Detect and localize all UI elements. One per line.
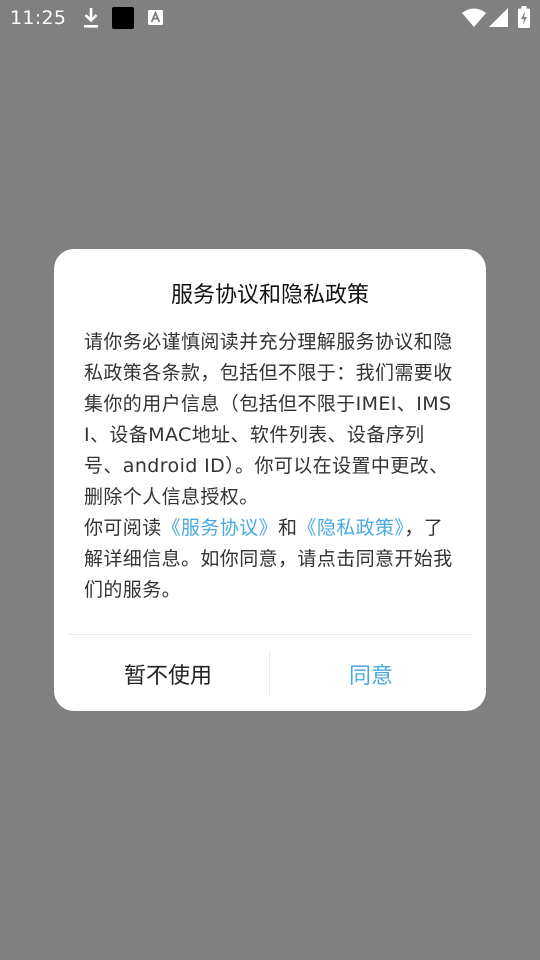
a-icon — [148, 10, 163, 25]
dialog-body: 请你务必谨慎阅读并充分理解服务协议和隐私政策各条款，包括但不限于：我们需要收集你… — [84, 327, 460, 606]
status-bar: 11:25 — [0, 0, 540, 36]
dialog-paragraph-2: 你可阅读《服务协议》和《隐私政策》，了解详细信息。如你同意，请点击同意开始我们的… — [84, 513, 460, 606]
dialog-paragraph-1: 请你务必谨慎阅读并充分理解服务协议和隐私政策各条款，包括但不限于：我们需要收集你… — [84, 331, 453, 508]
wifi-icon — [462, 8, 486, 27]
agree-button[interactable]: 同意 — [271, 651, 471, 697]
status-time: 11:25 — [10, 7, 67, 29]
download-icon — [84, 8, 98, 28]
dialog-divider-vertical — [269, 652, 270, 696]
paragraph-2-prefix: 你可阅读 — [84, 517, 162, 539]
privacy-policy-link[interactable]: 《隐私政策》 — [297, 517, 404, 539]
paragraph-2-and: 和 — [278, 517, 298, 539]
privacy-policy-dialog: 服务协议和隐私政策 请你务必谨慎阅读并充分理解服务协议和隐私政策各条款，包括但不… — [54, 249, 486, 711]
dialog-divider-horizontal — [68, 634, 472, 635]
battery-charging-icon — [518, 6, 530, 28]
black-square-icon — [112, 7, 134, 29]
decline-button[interactable]: 暂不使用 — [68, 651, 268, 697]
signal-icon — [489, 8, 508, 27]
dialog-title: 服务协议和隐私政策 — [170, 283, 369, 308]
service-agreement-link[interactable]: 《服务协议》 — [162, 517, 278, 539]
